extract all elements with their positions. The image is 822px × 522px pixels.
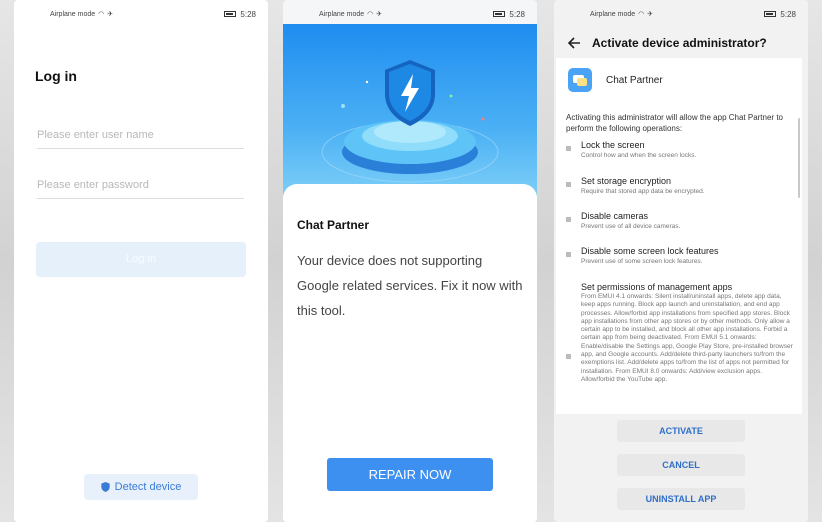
list-item: Disable cameras Prevent use of all devic… <box>566 211 794 231</box>
operation-title: Disable cameras <box>581 211 649 221</box>
login-button[interactable]: Log in <box>36 242 246 277</box>
app-name: Chat Partner <box>297 218 370 232</box>
hero-illustration <box>283 24 537 199</box>
clock: 5:28 <box>780 9 796 19</box>
operation-subtitle: Prevent use of some screen lock features… <box>581 258 703 265</box>
shield-platform-graphic <box>321 60 499 183</box>
operation-subtitle: Control how and when the screen locks. <box>581 152 697 159</box>
airplane-mode-label: Airplane mode <box>319 10 365 18</box>
page-title: Log in <box>35 68 77 84</box>
detect-device-button[interactable]: Detect device <box>84 474 198 500</box>
app-name: Chat Partner <box>606 74 663 86</box>
page-title: Activate device administrator? <box>592 36 767 50</box>
wifi-icon: ◠ <box>638 11 645 18</box>
operation-subtitle: Prevent use of all device cameras. <box>581 223 681 230</box>
list-item: Disable some screen lock features Preven… <box>566 246 794 266</box>
clock: 5:28 <box>240 9 256 19</box>
airplane-icon: ✈ <box>647 11 654 18</box>
operation-title: Disable some screen lock features <box>581 246 719 256</box>
bullet-icon <box>566 217 571 222</box>
app-header: Chat Partner <box>568 68 663 92</box>
bullet-icon <box>566 252 571 257</box>
repair-now-button[interactable]: REPAIR NOW <box>327 458 493 491</box>
list-item: Set storage encryption Require that stor… <box>566 176 794 196</box>
scrollbar[interactable] <box>798 118 800 198</box>
list-item: Set permissions of management apps From … <box>566 282 794 384</box>
list-item: Lock the screen Control how and when the… <box>566 140 794 160</box>
chat-app-icon <box>568 68 592 92</box>
operation-title: Lock the screen <box>581 140 645 150</box>
operation-subtitle: From EMUI 4.1 onwards: Silent install/un… <box>581 293 793 383</box>
battery-icon <box>764 11 777 17</box>
uninstall-app-button[interactable]: UNINSTALL APP <box>617 488 745 510</box>
password-input[interactable]: Please enter password <box>37 173 244 199</box>
toolbar: Activate device administrator? <box>554 28 808 58</box>
username-input[interactable]: Please enter user name <box>37 123 244 149</box>
bullet-icon <box>566 354 571 359</box>
wifi-icon: ◠ <box>98 11 105 18</box>
cancel-button[interactable]: CANCEL <box>617 454 745 476</box>
battery-icon <box>493 11 506 17</box>
operation-subtitle: Require that stored app data be encrypte… <box>581 188 705 195</box>
bullet-icon <box>566 182 571 187</box>
login-screen: Airplane mode ◠ ✈ 5:28 Log in Please ent… <box>14 0 268 522</box>
airplane-mode-label: Airplane mode <box>590 10 636 18</box>
clock: 5:28 <box>509 9 525 19</box>
operation-title: Set permissions of management apps <box>581 282 733 292</box>
status-bar: Airplane mode ◠ ✈ 5:28 <box>283 0 537 28</box>
airplane-icon: ✈ <box>376 11 383 18</box>
status-bar: Airplane mode ◠ ✈ 5:28 <box>554 0 808 28</box>
back-arrow-icon[interactable] <box>566 35 582 51</box>
detect-device-label: Detect device <box>114 481 182 493</box>
bullet-icon <box>566 146 571 151</box>
warning-message: Your device does not supporting Google r… <box>297 253 523 318</box>
info-card: Chat Partner Your device does not suppor… <box>283 184 537 522</box>
activate-button[interactable]: ACTIVATE <box>617 420 745 442</box>
shield-icon <box>385 60 435 126</box>
airplane-icon: ✈ <box>107 11 114 18</box>
repair-screen: Airplane mode ◠ ✈ 5:28 Chat Partner Your… <box>283 0 537 522</box>
status-bar: Airplane mode ◠ ✈ 5:28 <box>14 0 268 28</box>
shield-icon <box>101 482 110 492</box>
airplane-mode-label: Airplane mode <box>50 10 96 18</box>
wifi-icon: ◠ <box>367 11 374 18</box>
battery-icon <box>224 11 237 17</box>
admin-details-panel[interactable]: Chat Partner Activating this administrat… <box>556 58 802 414</box>
admin-description: Activating this administrator will allow… <box>566 113 783 133</box>
operation-title: Set storage encryption <box>581 176 672 186</box>
device-admin-screen: Airplane mode ◠ ✈ 5:28 Activate device a… <box>554 0 808 522</box>
